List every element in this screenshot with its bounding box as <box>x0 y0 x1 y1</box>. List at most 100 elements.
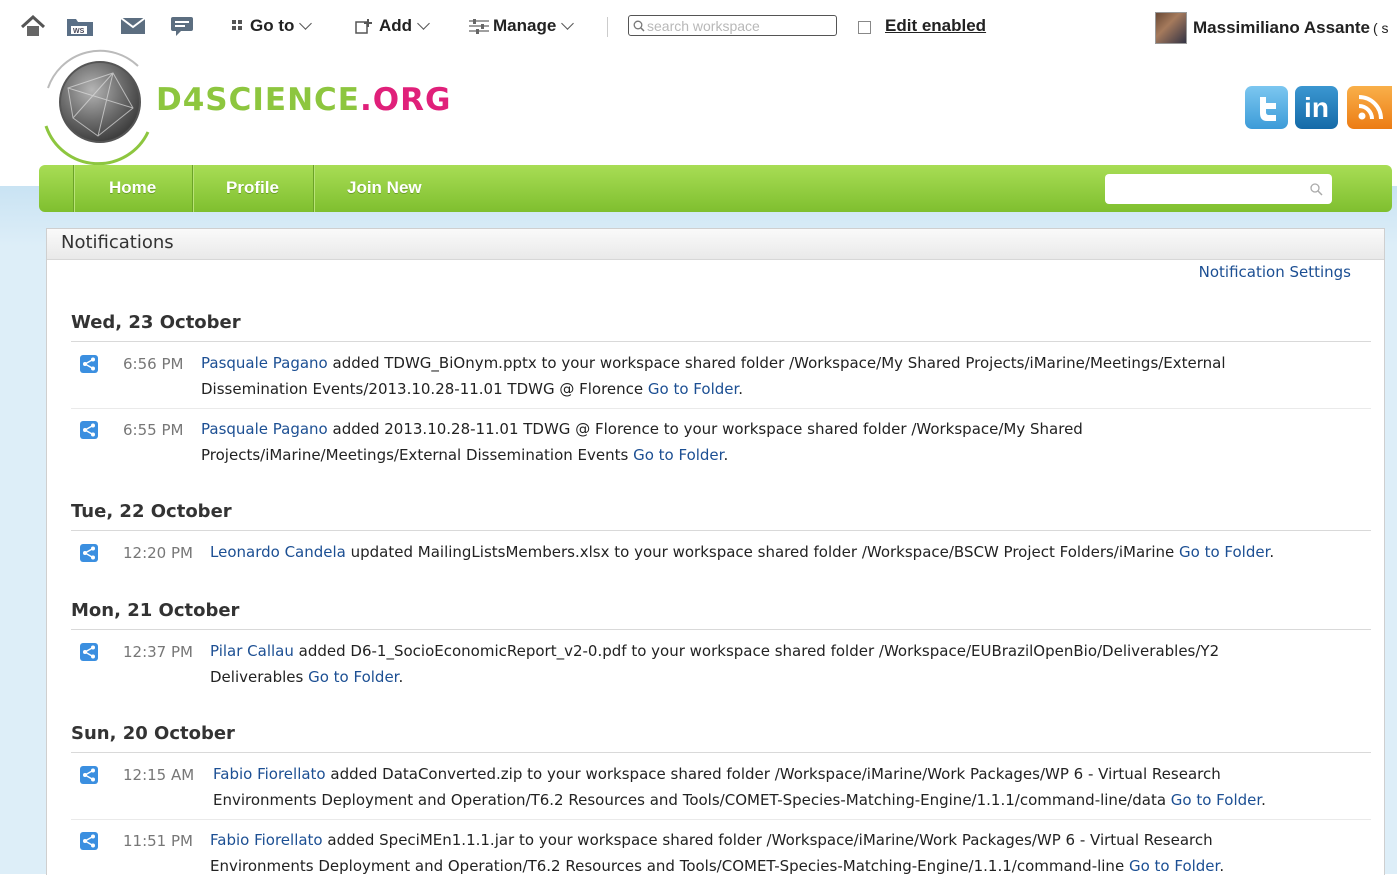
message-end: . <box>723 446 729 464</box>
notification-time: 12:15 AM <box>123 766 195 784</box>
message-end: . <box>1219 857 1225 875</box>
message-end: . <box>398 668 404 686</box>
user-menu[interactable]: Massimiliano Assante ( s <box>1155 12 1389 44</box>
share-icon <box>80 355 98 373</box>
manage-label: Manage <box>493 16 557 35</box>
user-link[interactable]: Pasquale Pagano <box>201 420 328 438</box>
item-divider <box>71 408 1371 409</box>
notification-time: 11:51 PM <box>123 832 193 850</box>
share-icon <box>80 421 98 439</box>
svg-text:WS: WS <box>73 28 85 35</box>
message-text: added SpeciMEn1.1.1.jar to your workspac… <box>322 831 1213 849</box>
manage-menu[interactable]: Manage <box>468 14 575 38</box>
grid-icon <box>232 20 242 30</box>
notification-time: 6:55 PM <box>123 421 184 439</box>
nav-divider <box>192 165 193 212</box>
chevron-down-icon <box>417 17 430 30</box>
message-end: . <box>738 380 744 398</box>
goto-label: Go to <box>250 16 295 35</box>
add-label: Add <box>379 16 413 35</box>
go-to-folder-link[interactable]: Go to Folder <box>648 380 738 398</box>
share-icon <box>80 643 98 661</box>
day-heading: Sun, 20 October <box>71 723 235 744</box>
day-divider <box>71 752 1371 753</box>
site-logo-text[interactable]: D4SCIENCE.ORG <box>156 82 451 118</box>
search-icon[interactable] <box>1310 183 1323 196</box>
home-icon[interactable] <box>20 14 46 38</box>
go-to-folder-link[interactable]: Go to Folder <box>1129 857 1219 875</box>
edit-enabled-checkbox[interactable] <box>858 21 871 34</box>
notification-settings-link[interactable]: Notification Settings <box>1199 263 1351 281</box>
user-link[interactable]: Fabio Fiorellato <box>210 831 323 849</box>
day-divider <box>71 629 1371 630</box>
user-extra: ( s <box>1373 20 1389 36</box>
sliders-icon <box>469 19 489 34</box>
search-icon <box>633 20 645 32</box>
panel-title: Notifications <box>61 232 174 253</box>
notification-message: Pilar Callau added D6-1_SocioEconomicRep… <box>210 638 1360 690</box>
chat-icon[interactable] <box>170 14 194 38</box>
site-search[interactable] <box>1105 174 1332 204</box>
logo-suffix: .ORG <box>359 82 452 118</box>
message-text: Environments Deployment and Operation/T6… <box>210 857 1129 875</box>
message-end: . <box>1269 543 1275 561</box>
mail-icon[interactable] <box>120 14 146 38</box>
edit-enabled-link[interactable]: Edit enabled <box>885 16 986 36</box>
rss-icon[interactable] <box>1347 86 1392 129</box>
site-search-input[interactable] <box>1105 174 1313 204</box>
day-divider <box>71 530 1371 531</box>
user-name: Massimiliano Assante <box>1193 18 1370 37</box>
twitter-icon[interactable] <box>1245 86 1288 129</box>
logo-prefix: D4SCIENCE <box>156 82 360 118</box>
day-divider <box>71 341 1371 342</box>
add-menu[interactable]: Add <box>354 14 430 38</box>
workspace-search[interactable] <box>628 15 837 36</box>
user-link[interactable]: Pilar Callau <box>210 642 294 660</box>
user-link[interactable]: Fabio Fiorellato <box>213 765 326 783</box>
nav-item-join-new[interactable]: Join New <box>347 178 422 198</box>
notification-time: 12:37 PM <box>123 643 193 661</box>
workspace-search-input[interactable] <box>645 17 832 34</box>
nav-divider <box>73 165 74 212</box>
message-text: added DataConverted.zip to your workspac… <box>325 765 1221 783</box>
user-link[interactable]: Pasquale Pagano <box>201 354 328 372</box>
user-link[interactable]: Leonardo Candela <box>210 543 346 561</box>
share-icon <box>80 766 98 784</box>
nav-divider <box>313 165 314 212</box>
top-dock-bar: WS Go to Add Manage Edit enabled Massimi… <box>0 0 1397 52</box>
message-text: added TDWG_BiOnym.pptx to your workspace… <box>327 354 1226 372</box>
panel-header <box>47 229 1384 260</box>
item-divider <box>71 819 1371 820</box>
divider <box>607 17 608 37</box>
message-end: . <box>1261 791 1266 809</box>
notifications-panel: Notifications Notification Settings Wed,… <box>46 228 1385 875</box>
notification-time: 6:56 PM <box>123 355 184 373</box>
go-to-folder-link[interactable]: Go to Folder <box>1171 791 1261 809</box>
workspace-icon[interactable]: WS <box>66 14 94 38</box>
message-text: Environments Deployment and Operation/T6… <box>213 791 1171 809</box>
go-to-folder-link[interactable]: Go to Folder <box>308 668 398 686</box>
notification-message: Leonardo Candela updated MailingListsMem… <box>210 539 1380 565</box>
nav-item-profile[interactable]: Profile <box>226 178 279 198</box>
linkedin-icon[interactable]: in <box>1295 86 1338 129</box>
d4science-globe-logo <box>44 49 150 166</box>
chevron-down-icon <box>299 17 313 30</box>
add-file-icon <box>355 19 372 34</box>
day-heading: Tue, 22 October <box>71 501 232 522</box>
message-text: Dissemination Events/2013.10.28-11.01 TD… <box>201 380 648 398</box>
notification-message: Pasquale Pagano added 2013.10.28-11.01 T… <box>201 416 1351 468</box>
chevron-down-icon <box>561 17 575 30</box>
notification-message: Fabio Fiorellato added SpeciMEn1.1.1.jar… <box>210 827 1380 879</box>
message-text: Deliverables <box>210 668 309 686</box>
goto-menu[interactable]: Go to <box>232 14 313 38</box>
message-text: updated MailingListsMembers.xlsx to your… <box>345 543 1179 561</box>
nav-item-home[interactable]: Home <box>109 178 156 198</box>
message-text: added D6-1_SocioEconomicReport_v2-0.pdf … <box>293 642 1220 660</box>
go-to-folder-link[interactable]: Go to Folder <box>633 446 723 464</box>
go-to-folder-link[interactable]: Go to Folder <box>1179 543 1269 561</box>
notification-time: 12:20 PM <box>123 544 193 562</box>
notification-message: Pasquale Pagano added TDWG_BiOnym.pptx t… <box>201 350 1351 402</box>
avatar <box>1155 12 1187 44</box>
share-icon <box>80 544 98 562</box>
day-heading: Wed, 23 October <box>71 312 241 333</box>
